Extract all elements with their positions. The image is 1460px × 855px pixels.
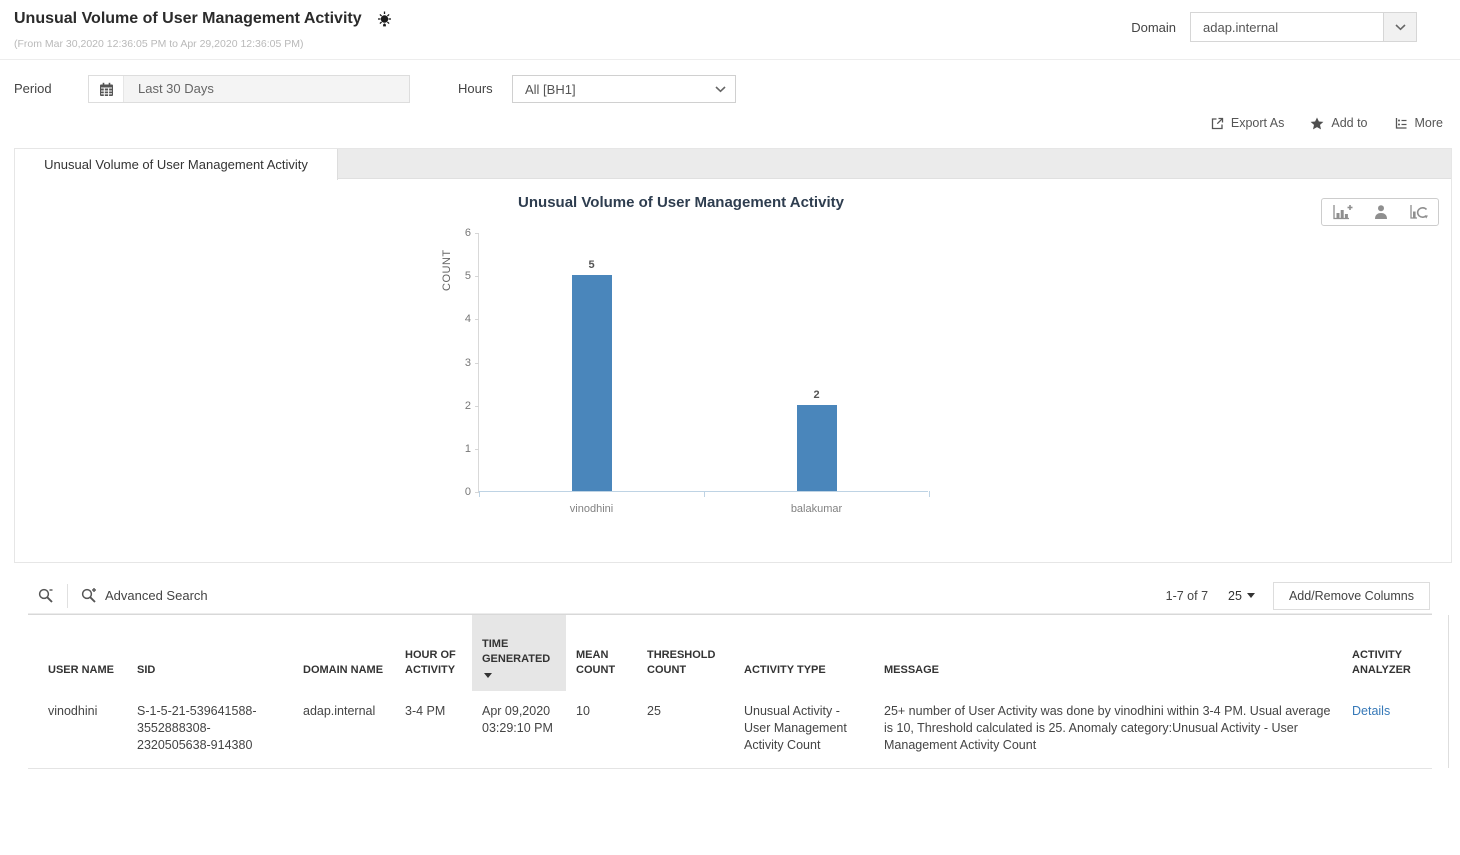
cell-user-name: vinodhini xyxy=(28,690,127,769)
period-value[interactable]: Last 30 Days xyxy=(123,76,409,102)
y-tick-mark xyxy=(475,319,479,321)
report-actions: Export As Add to More xyxy=(1211,116,1443,130)
page-size-select[interactable]: 25 xyxy=(1228,589,1255,603)
table-toolbar: Advanced Search 1-7 of 7 25 Add/Remove C… xyxy=(28,578,1432,614)
hours-selected-value: All [BH1] xyxy=(525,81,576,97)
cell-activity-analyzer: Details xyxy=(1342,690,1432,769)
bulb-icon[interactable] xyxy=(376,11,393,28)
page-title: Unusual Volume of User Management Activi… xyxy=(14,10,362,27)
column-header-threshold-count[interactable]: THRESHOLD COUNT xyxy=(637,614,734,691)
y-tick-label: 1 xyxy=(464,442,471,455)
x-tick-mark xyxy=(479,491,480,497)
chart: Unusual Volume of User Management Activi… xyxy=(421,194,941,524)
more-icon xyxy=(1394,116,1408,130)
table-scrollbar-track[interactable] xyxy=(1448,615,1449,768)
chevron-down-icon[interactable] xyxy=(705,85,735,93)
table-row: vinodhini S-1-5-21-539641588-3552888308-… xyxy=(28,690,1432,769)
cell-activity-type: Unusual Activity - User Management Activ… xyxy=(734,690,874,769)
hours-label: Hours xyxy=(458,81,493,96)
y-tick-label: 0 xyxy=(464,486,471,498)
page-header: Unusual Volume of User Management Activi… xyxy=(14,10,393,28)
y-tick-label: 5 xyxy=(464,270,471,283)
report-panel: Unusual Volume of User Management Activi… xyxy=(14,148,1452,563)
export-as-label: Export As xyxy=(1230,116,1285,130)
chevron-down-icon[interactable] xyxy=(1383,13,1416,41)
advanced-search-label: Advanced Search xyxy=(105,588,208,603)
cell-mean-count: 10 xyxy=(566,690,637,769)
y-tick-mark xyxy=(475,405,479,407)
cell-message: 25+ number of User Activity was done by … xyxy=(874,690,1342,769)
cell-threshold-count: 25 xyxy=(637,690,734,769)
x-category-label: balakumar xyxy=(790,503,843,515)
star-icon xyxy=(1310,117,1324,130)
column-header-hour-of-activity[interactable]: HOUR OF ACTIVITY xyxy=(395,614,472,691)
bar-value-label: 2 xyxy=(813,388,820,401)
chart-add-icon[interactable] xyxy=(1332,204,1353,221)
y-tick-label: 6 xyxy=(464,227,471,239)
chart-refresh-icon[interactable] xyxy=(1409,204,1428,220)
bar-balakumar[interactable] xyxy=(796,404,837,491)
bar-value-label: 5 xyxy=(588,259,595,272)
y-tick-mark xyxy=(475,233,479,234)
cell-domain-name: adap.internal xyxy=(293,690,395,769)
results-table-section: Advanced Search 1-7 of 7 25 Add/Remove C… xyxy=(28,578,1432,769)
period-picker[interactable]: Last 30 Days xyxy=(88,75,410,103)
pagination-range: 1-7 of 7 xyxy=(1165,588,1209,603)
y-tick-label: 2 xyxy=(464,399,471,412)
person-icon[interactable] xyxy=(1373,204,1389,220)
add-to-label: Add to xyxy=(1331,116,1368,130)
y-tick-mark xyxy=(475,448,479,450)
results-table: USER NAME SID DOMAIN NAME HOUR OF ACTIVI… xyxy=(28,614,1432,769)
details-link[interactable]: Details xyxy=(1352,704,1390,718)
y-tick-mark xyxy=(475,362,479,364)
column-header-sid[interactable]: SID xyxy=(127,614,293,691)
domain-selected-value: adap.internal xyxy=(1203,19,1279,35)
chart-plot: COUNT 0 1 2 3 4 5 6 5 vinodhini 2 balakumar xyxy=(441,227,930,515)
chart-title: Unusual Volume of User Management Activi… xyxy=(518,194,844,211)
cell-sid: S-1-5-21-539641588-3552888308-2320505638… xyxy=(127,690,293,769)
export-icon xyxy=(1211,117,1224,130)
x-tick-mark xyxy=(704,491,705,497)
caret-down-icon xyxy=(1246,593,1255,598)
period-label: Period xyxy=(14,81,52,96)
x-category-label: vinodhini xyxy=(569,503,614,515)
search-icon[interactable] xyxy=(28,587,63,604)
table-header-row: USER NAME SID DOMAIN NAME HOUR OF ACTIVI… xyxy=(28,614,1432,691)
column-header-activity-type[interactable]: ACTIVITY TYPE xyxy=(734,614,874,691)
y-tick-mark xyxy=(475,276,479,278)
tab-unusual-volume[interactable]: Unusual Volume of User Management Activi… xyxy=(15,149,338,180)
column-header-user-name[interactable]: USER NAME xyxy=(28,614,127,691)
domain-select[interactable]: adap.internal xyxy=(1190,12,1417,42)
hours-select[interactable]: All [BH1] xyxy=(512,75,736,103)
header-divider xyxy=(0,59,1460,60)
calendar-icon[interactable] xyxy=(89,76,123,102)
export-as-button[interactable]: Export As xyxy=(1211,116,1285,130)
add-remove-columns-button[interactable]: Add/Remove Columns xyxy=(1272,581,1430,610)
x-tick-mark xyxy=(929,491,930,497)
chart-toolbar xyxy=(1321,198,1439,226)
column-header-activity-analyzer[interactable]: ACTIVITY ANALYZER xyxy=(1342,614,1432,691)
cell-time-generated: Apr 09,2020 03:29:10 PM xyxy=(472,690,566,769)
more-label: More xyxy=(1414,116,1443,130)
toolbar-divider xyxy=(67,583,68,608)
more-button[interactable]: More xyxy=(1394,116,1443,130)
y-tick-label: 3 xyxy=(464,356,471,369)
column-header-mean-count[interactable]: MEAN COUNT xyxy=(566,614,637,691)
page-size-value: 25 xyxy=(1228,588,1242,603)
domain-filter: Domain adap.internal xyxy=(1131,12,1417,42)
advanced-search-button[interactable]: Advanced Search xyxy=(72,587,216,604)
column-header-domain-name[interactable]: DOMAIN NAME xyxy=(293,614,395,691)
tab-bar: Unusual Volume of User Management Activi… xyxy=(15,149,1451,180)
column-header-message[interactable]: MESSAGE xyxy=(874,614,1342,691)
domain-label: Domain xyxy=(1131,19,1176,35)
sort-caret-icon[interactable] xyxy=(484,672,492,678)
cell-hour-of-activity: 3-4 PM xyxy=(395,690,472,769)
tab-label: Unusual Volume of User Management Activi… xyxy=(44,157,308,172)
advanced-search-icon xyxy=(80,587,97,604)
bar-vinodhini[interactable] xyxy=(571,275,612,491)
report-date-range: (From Mar 30,2020 12:36:05 PM to Apr 29,… xyxy=(14,38,304,50)
add-to-button[interactable]: Add to xyxy=(1310,116,1368,130)
y-tick-label: 4 xyxy=(464,313,471,326)
column-header-time-generated[interactable]: TIME GENERATED xyxy=(472,614,566,691)
